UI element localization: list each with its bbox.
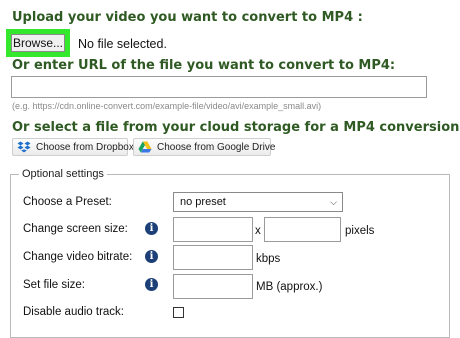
preset-selected-value: no preset: [180, 196, 226, 208]
url-input[interactable]: [11, 76, 427, 98]
screen-width-input[interactable]: [173, 217, 253, 242]
optional-settings-legend: Optional settings: [22, 168, 104, 180]
url-heading: Or enter URL of the file you want to con…: [12, 58, 396, 73]
file-size-label: Set file size:: [23, 279, 85, 291]
chevron-down-icon: ⌵: [330, 197, 337, 207]
browse-highlight: Browse...: [6, 29, 70, 57]
disable-audio-checkbox[interactable]: [173, 307, 184, 318]
url-example-hint: (e.g. https://cdn.online-convert.com/exa…: [12, 101, 322, 111]
dropbox-icon: [17, 141, 31, 153]
dropbox-button-label: Choose from Dropbox: [36, 141, 134, 153]
browse-button[interactable]: Browse...: [11, 34, 65, 52]
preset-label: Choose a Preset:: [23, 196, 112, 208]
file-status-text: No file selected.: [78, 37, 167, 51]
upload-heading: Upload your video you want to convert to…: [12, 10, 363, 25]
google-drive-icon: [138, 141, 152, 153]
file-size-input[interactable]: [173, 274, 253, 299]
bitrate-input[interactable]: [173, 245, 253, 270]
screen-size-separator: x: [255, 225, 261, 237]
preset-select[interactable]: no preset ⌵: [173, 192, 343, 212]
info-icon[interactable]: i: [145, 278, 158, 291]
screen-size-label: Change screen size:: [23, 223, 128, 235]
bitrate-label: Change video bitrate:: [23, 251, 133, 263]
screen-size-unit: pixels: [345, 225, 375, 237]
disable-audio-label: Disable audio track:: [23, 306, 124, 318]
dropbox-button[interactable]: Choose from Dropbox: [12, 138, 134, 156]
screen-height-input[interactable]: [264, 217, 341, 242]
bitrate-unit: kbps: [256, 253, 281, 265]
file-size-unit: MB (approx.): [256, 281, 323, 293]
info-icon[interactable]: i: [145, 250, 158, 263]
info-icon[interactable]: i: [145, 222, 158, 235]
google-drive-button[interactable]: Choose from Google Drive: [133, 138, 275, 156]
google-drive-button-label: Choose from Google Drive: [157, 141, 276, 153]
cloud-heading: Or select a file from your cloud storage…: [12, 120, 460, 135]
